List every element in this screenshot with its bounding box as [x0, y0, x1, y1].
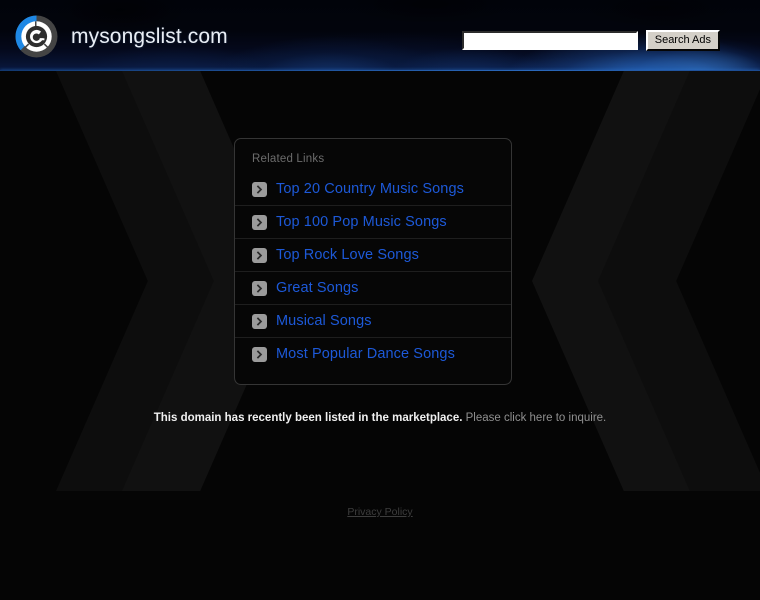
background-chevron-right-outer: [598, 71, 760, 491]
brand[interactable]: mysongslist.com: [14, 14, 228, 59]
chevron-right-icon: [252, 280, 267, 296]
related-link-item[interactable]: Top Rock Love Songs: [235, 238, 511, 271]
related-link-item[interactable]: Top 100 Pop Music Songs: [235, 205, 511, 238]
site-header: mysongslist.com Search Ads: [0, 0, 760, 71]
chevron-right-icon: [252, 346, 267, 362]
marketplace-notice: This domain has recently been listed in …: [0, 412, 760, 424]
related-link-item[interactable]: Most Popular Dance Songs: [235, 337, 511, 370]
related-link-label: Musical Songs: [276, 313, 372, 329]
chevron-right-icon: [252, 214, 267, 230]
circular-at-mark-logo-icon: [14, 14, 59, 59]
chevron-right-icon: [252, 313, 267, 329]
related-link-label: Most Popular Dance Songs: [276, 346, 455, 362]
search-ads-button[interactable]: Search Ads: [645, 30, 720, 51]
privacy-policy-label: Privacy Policy: [347, 506, 413, 518]
related-link-label: Top Rock Love Songs: [276, 247, 419, 263]
related-links-title: Related Links: [252, 153, 325, 165]
brand-name: mysongslist.com: [71, 24, 228, 48]
related-link-item[interactable]: Great Songs: [235, 271, 511, 304]
related-link-label: Top 100 Pop Music Songs: [276, 214, 447, 230]
chevron-right-icon: [252, 181, 267, 197]
marketplace-notice-headline: This domain has recently been listed in …: [153, 412, 463, 424]
chevron-right-icon: [252, 247, 267, 263]
related-links-panel: Related Links Top 20 Country Music Songs…: [234, 138, 512, 385]
related-link-label: Top 20 Country Music Songs: [276, 181, 464, 197]
related-link-item[interactable]: Top 20 Country Music Songs: [235, 173, 511, 205]
related-link-item[interactable]: Musical Songs: [235, 304, 511, 337]
search-area: Search Ads: [461, 30, 720, 51]
related-link-label: Great Songs: [276, 280, 359, 296]
search-input[interactable]: [461, 31, 638, 50]
privacy-policy-link[interactable]: Privacy Policy: [0, 506, 760, 518]
marketplace-notice-subtext[interactable]: Please click here to inquire.: [462, 412, 607, 424]
